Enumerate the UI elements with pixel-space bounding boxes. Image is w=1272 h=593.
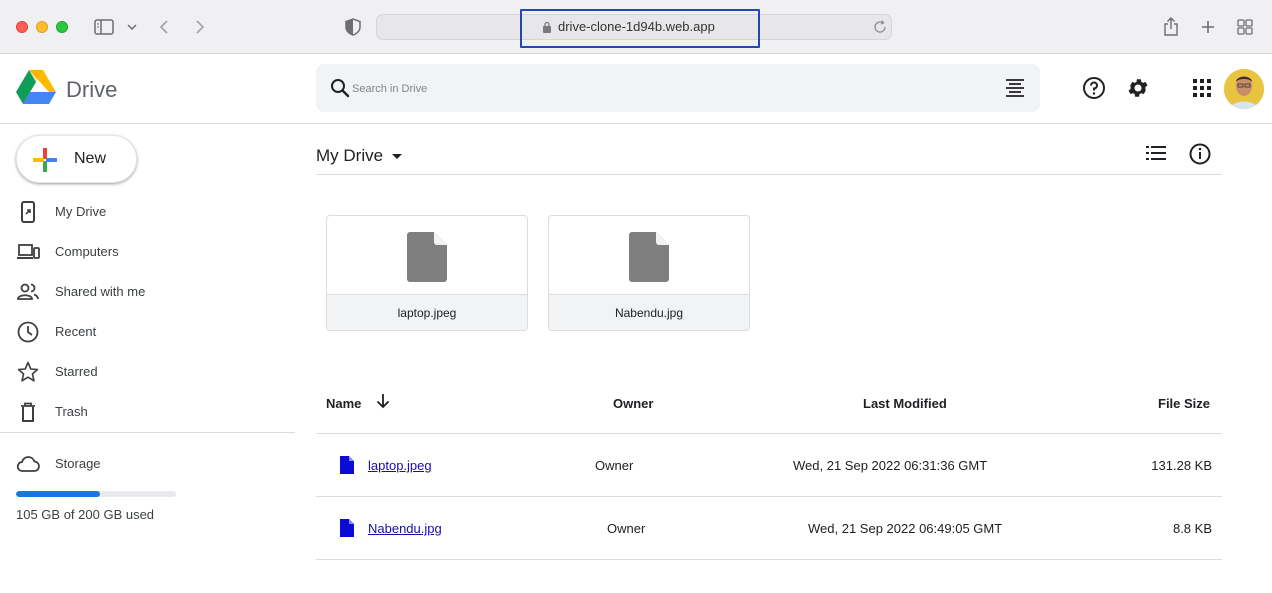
file-card[interactable]: laptop.jpeg (326, 215, 528, 331)
settings-gear-icon[interactable] (1126, 76, 1150, 100)
plus-icon (33, 148, 57, 172)
column-header-file-size[interactable]: File Size (1158, 396, 1210, 411)
minimize-window-button[interactable] (36, 21, 48, 33)
lock-icon (543, 21, 551, 33)
privacy-shield-icon[interactable] (343, 17, 363, 37)
back-icon[interactable] (154, 17, 174, 37)
file-icon (407, 232, 447, 282)
table-row[interactable]: Nabendu.jpg Owner Wed, 21 Sep 2022 06:49… (316, 497, 1222, 559)
column-header-owner[interactable]: Owner (613, 396, 653, 411)
storage-progress-bar (16, 491, 176, 497)
file-card-thumbnail (327, 216, 527, 295)
storage-label: Storage (55, 456, 101, 471)
search-icon[interactable] (330, 78, 350, 98)
file-owner: Owner (595, 458, 634, 473)
file-icon (340, 456, 354, 474)
file-modified: Wed, 21 Sep 2022 06:31:36 GMT (793, 458, 988, 473)
table-divider (316, 559, 1222, 560)
avatar[interactable] (1224, 69, 1264, 109)
sidebar-item-shared-with-me[interactable]: Shared with me (0, 272, 295, 312)
close-window-button[interactable] (16, 21, 28, 33)
sidebar-item-starred[interactable]: Starred (0, 352, 295, 392)
sidebar-item-label: My Drive (55, 204, 107, 219)
column-header-name[interactable]: Name (326, 396, 361, 411)
drive-logo-icon[interactable] (16, 70, 56, 106)
sidebar-item-label: Trash (55, 404, 88, 419)
file-name-link[interactable]: laptop.jpeg (368, 458, 432, 473)
sidebar-item-computers[interactable]: Computers (0, 232, 295, 272)
share-icon[interactable] (1161, 17, 1181, 37)
apps-grid-icon[interactable] (1190, 76, 1214, 100)
help-icon[interactable] (1082, 76, 1106, 100)
app-header: Drive (0, 54, 1272, 124)
file-card[interactable]: Nabendu.jpg (548, 215, 750, 331)
info-icon[interactable] (1188, 142, 1212, 166)
file-owner: Owner (607, 521, 646, 536)
computers-icon (17, 244, 40, 259)
main-title-bar: My Drive (316, 124, 1222, 175)
sidebar-divider (0, 432, 295, 433)
search-input[interactable] (352, 78, 952, 100)
sidebar-item-label: Computers (55, 244, 119, 259)
sidebar-item-label: Recent (55, 324, 97, 339)
sidebar-item-recent[interactable]: Recent (0, 312, 295, 352)
cloud-icon (16, 456, 40, 472)
list-view-icon[interactable] (1146, 144, 1166, 162)
reload-icon[interactable] (870, 17, 890, 37)
page-title: My Drive (316, 146, 384, 165)
clock-icon (17, 321, 39, 343)
file-modified: Wed, 21 Sep 2022 06:49:05 GMT (808, 521, 1003, 536)
file-card-thumbnail (549, 216, 749, 295)
sidebar-item-trash[interactable]: Trash (0, 392, 295, 432)
file-size: 8.8 KB (1172, 521, 1212, 536)
caret-down-icon (392, 153, 403, 159)
chevron-down-icon[interactable] (122, 17, 142, 37)
forward-icon[interactable] (190, 17, 210, 37)
shared-icon (17, 283, 39, 300)
browser-toolbar: drive-clone-1d94b.web.app (0, 0, 1272, 54)
tab-overview-icon[interactable] (1235, 17, 1255, 37)
file-card-name: Nabendu.jpg (614, 306, 684, 320)
new-button-label: New (74, 150, 107, 167)
new-button[interactable]: New (16, 135, 137, 183)
storage-used-text: 105 GB of 200 GB used (16, 507, 155, 522)
search-bar[interactable] (316, 64, 1040, 112)
sidebar-item-label: Shared with me (55, 284, 146, 299)
sidebar-item-storage[interactable]: Storage (0, 444, 295, 484)
file-icon (340, 519, 354, 537)
storage-progress-fill (16, 491, 100, 497)
sidebar-item-label: Starred (55, 364, 98, 379)
file-size: 131.28 KB (1151, 458, 1212, 473)
search-options-icon[interactable] (1004, 78, 1026, 98)
zoom-window-button[interactable] (56, 21, 68, 33)
star-icon (17, 361, 39, 382)
trash-icon (21, 402, 35, 422)
file-card-name: laptop.jpeg (397, 306, 457, 320)
file-name-link[interactable]: Nabendu.jpg (368, 521, 442, 536)
file-card-footer: laptop.jpeg (327, 295, 527, 330)
arrow-down-icon[interactable] (374, 392, 392, 410)
brand-name: Drive (66, 77, 118, 102)
url-text: drive-clone-1d94b.web.app (558, 19, 715, 34)
new-tab-icon[interactable] (1198, 17, 1218, 37)
sidebar-toggle-icon[interactable] (94, 17, 114, 37)
sidebar-item-my-drive[interactable]: My Drive (0, 192, 295, 232)
column-header-last-modified[interactable]: Last Modified (863, 396, 947, 411)
table-row[interactable]: laptop.jpeg Owner Wed, 21 Sep 2022 06:31… (316, 434, 1222, 496)
my-drive-icon (21, 201, 35, 223)
file-card-footer: Nabendu.jpg (549, 295, 749, 330)
file-icon (629, 232, 669, 282)
my-drive-dropdown[interactable]: My Drive (316, 146, 403, 166)
